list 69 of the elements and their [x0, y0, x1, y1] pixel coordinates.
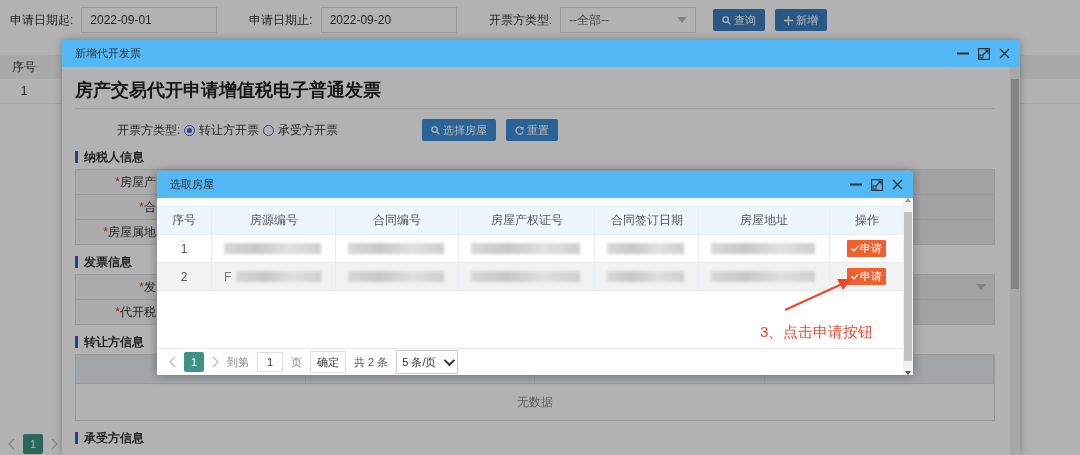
section-title: 承受方信息 [75, 432, 995, 444]
chevron-left-icon[interactable] [8, 438, 15, 450]
column-header: 房屋地址 [699, 207, 830, 234]
annotation-arrow [784, 279, 852, 311]
dialog-title: 选取房屋 [170, 177, 214, 192]
select-field[interactable]: --全部-- [560, 7, 697, 33]
page-size-select[interactable]: 5 条/页 [396, 350, 459, 374]
section-title: 纳税人信息 [75, 151, 995, 163]
scrollbar[interactable] [903, 198, 913, 375]
search-icon [722, 15, 732, 25]
chevron-left-icon[interactable] [169, 356, 176, 368]
total-count: 共 2 条 [354, 354, 389, 370]
goto-label: 到第 [227, 354, 249, 370]
select-field[interactable] [910, 275, 994, 299]
field-label: 申请日期起: [10, 11, 74, 29]
maximize-icon[interactable] [978, 47, 990, 60]
form-heading: 房产交易代开申请增值税电子普通发票 [75, 78, 995, 109]
table-row[interactable]: 2 F 申请 [157, 263, 903, 291]
field-label: *房屋产 [76, 170, 158, 194]
column-header: 房源编号 [212, 207, 336, 234]
date-field[interactable]: 2022-09-20 [320, 7, 457, 33]
date-field[interactable]: 2022-09-01 [81, 7, 218, 33]
chevron-right-icon[interactable] [51, 438, 58, 450]
input-field[interactable] [910, 300, 994, 324]
radio-label[interactable]: 承受方开票 [278, 121, 339, 139]
close-icon[interactable] [999, 48, 1010, 59]
scroll-down-icon[interactable] [905, 371, 911, 375]
scrollbar[interactable] [1010, 67, 1020, 455]
field-label: 申请日期止: [249, 11, 313, 29]
column-header: 合同编号 [336, 207, 459, 234]
minimize-icon[interactable] [957, 52, 969, 55]
field-label: 开票方类型: [117, 121, 181, 139]
confirm-button[interactable]: 确定 [310, 351, 346, 373]
page-button[interactable]: 1 [184, 352, 204, 372]
check-icon [851, 273, 859, 280]
table-cell: 1 [157, 235, 212, 262]
table-row[interactable]: 1 申请 [157, 235, 903, 263]
redacted-cell: F [212, 263, 336, 290]
input-field[interactable] [910, 195, 994, 219]
minimize-icon[interactable] [850, 183, 862, 186]
maximize-icon[interactable] [871, 178, 883, 191]
empty-message: 无数据 [517, 393, 553, 411]
column-header: 合同签订日期 [595, 207, 699, 234]
plus-icon [784, 15, 794, 25]
input-field[interactable] [910, 220, 994, 244]
close-icon[interactable] [892, 179, 903, 190]
refresh-icon [515, 125, 525, 135]
page-unit: 页 [291, 354, 302, 370]
field-label: *发 [76, 275, 158, 299]
table-cell-text: 1 [19, 84, 29, 98]
caret-icon [976, 284, 986, 290]
field-label: *代开税 [76, 300, 158, 324]
check-icon [851, 245, 859, 252]
table-cell: 2 [157, 263, 212, 290]
search-icon [431, 125, 441, 135]
column-header: 序号 [157, 207, 212, 234]
field-label: 开票方类型: [488, 11, 553, 29]
radio-label[interactable]: 转让方开票 [199, 121, 260, 139]
chevron-right-icon[interactable] [212, 356, 219, 368]
column-header: 操作 [853, 212, 880, 229]
field-label: *合 [76, 195, 158, 219]
search-button[interactable]: 查询 [713, 9, 766, 31]
field-label: *房屋属地 [76, 220, 158, 244]
page-input[interactable]: 1 [257, 352, 283, 372]
column-header: 房屋产权证号 [459, 207, 595, 234]
dialog-title: 新增代开发票 [75, 46, 141, 61]
add-button[interactable]: 新增 [775, 9, 828, 31]
input-field[interactable] [910, 170, 994, 194]
column-header: 序号 [11, 58, 37, 76]
